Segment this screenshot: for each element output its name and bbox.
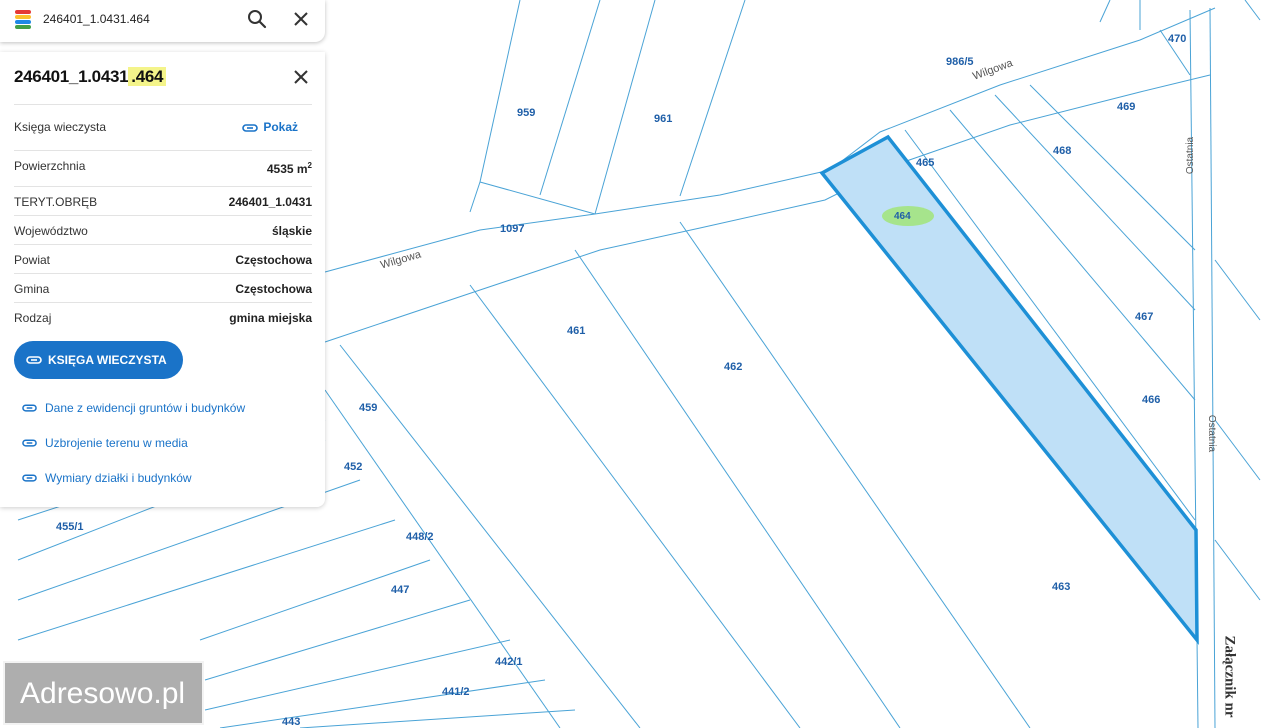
link-label: Wymiary działki i budynków — [45, 471, 192, 485]
plot-label[interactable]: 455/1 — [56, 521, 84, 533]
plot-label[interactable]: 452 — [344, 461, 362, 473]
row-value: Częstochowa — [235, 253, 312, 267]
watermark-text: Adresowo.pl — [20, 677, 186, 710]
area-value: 4535 m — [266, 162, 308, 176]
plot-label[interactable]: 1097 — [500, 223, 524, 235]
row-key: Księga wieczysta — [14, 120, 107, 134]
button-label: KSIĘGA WIECZYSTA — [48, 353, 167, 367]
row-key: Powiat — [14, 253, 51, 267]
row-key: TERYT.OBRĘB — [14, 195, 98, 209]
plot-label[interactable]: 448/2 — [406, 531, 434, 543]
plot-label[interactable]: 463 — [1052, 581, 1070, 593]
plot-label[interactable]: 447 — [391, 584, 409, 596]
plot-info-panel: 246401_1.0431.464 Księga wieczysta Pokaż… — [0, 52, 325, 507]
show-link-label: Pokaż — [263, 120, 298, 134]
ksiega-wieczysta-button[interactable]: KSIĘGA WIECZYSTA — [14, 341, 183, 379]
row-powierzchnia: Powierzchnia 4535 m2 — [14, 150, 312, 187]
plot-label[interactable]: 443 — [282, 716, 300, 728]
plot-label[interactable]: 469 — [1117, 101, 1135, 113]
plot-label[interactable]: 466 — [1142, 394, 1160, 406]
plot-label[interactable]: 959 — [517, 107, 535, 119]
attachment-label: Załącznik nr — [1221, 635, 1238, 718]
street-label: Ostatnia — [1185, 136, 1197, 175]
panel-title-main: 246401_1.0431 — [14, 67, 129, 86]
watermark: Adresowo.pl — [3, 661, 204, 725]
plot-label[interactable]: 442/1 — [495, 656, 523, 668]
row-key: Powierzchnia — [14, 159, 86, 173]
plot-label-selected[interactable]: 464 — [894, 211, 911, 222]
plot-label[interactable]: 468 — [1053, 145, 1071, 157]
link-label: Dane z ewidencji gruntów i budynków — [45, 401, 246, 415]
close-icon[interactable] — [291, 9, 311, 29]
row-key: Rodzaj — [14, 311, 52, 325]
row-key: Gmina — [14, 282, 50, 296]
row-key: Województwo — [14, 224, 88, 238]
row-value: śląskie — [271, 224, 312, 238]
street-label: Ostatnia — [1206, 414, 1218, 453]
plot-label[interactable]: 465 — [916, 157, 934, 169]
row-value: gmina miejska — [229, 311, 312, 325]
selected-plot-polygon[interactable] — [819, 134, 1199, 646]
link-icon — [22, 439, 37, 447]
plot-label[interactable]: 462 — [724, 361, 742, 373]
row-powiat: Powiat Częstochowa — [14, 244, 312, 274]
search-icon[interactable] — [246, 8, 268, 30]
link-icon — [26, 356, 42, 364]
row-value: 246401_1.0431 — [228, 195, 312, 209]
plot-label[interactable]: 986/5 — [946, 56, 974, 68]
plot-label[interactable]: 461 — [567, 325, 585, 337]
area-unit-exponent: 2 — [307, 161, 312, 170]
panel-title: 246401_1.0431.464 — [14, 67, 167, 87]
plot-label[interactable]: 459 — [359, 402, 377, 414]
row-wojewodztwo: Województwo śląskie — [14, 215, 312, 245]
row-ksiega-wieczysta: Księga wieczysta Pokaż — [14, 104, 312, 151]
search-input[interactable]: 246401_1.0431.464 — [43, 12, 150, 26]
link-icon — [22, 474, 37, 482]
plot-label[interactable]: 470 — [1168, 33, 1186, 45]
panel-title-highlight: .464 — [128, 67, 167, 86]
plot-label[interactable]: 441/2 — [442, 686, 470, 698]
close-icon[interactable] — [291, 67, 311, 87]
show-link[interactable]: Pokaż — [242, 120, 298, 134]
row-gmina: Gmina Częstochowa — [14, 273, 312, 303]
row-rodzaj: Rodzaj gmina miejska — [14, 302, 312, 332]
row-value: Częstochowa — [235, 282, 312, 296]
link-icon — [22, 404, 37, 412]
row-value-area: 4535 m2 — [267, 161, 312, 176]
plot-label[interactable]: 961 — [654, 113, 672, 125]
geoportal-logo-icon — [15, 10, 31, 29]
search-bar[interactable]: 246401_1.0431.464 — [0, 0, 325, 42]
link-label: Uzbrojenie terenu w media — [45, 436, 188, 450]
row-teryt-obreb: TERYT.OBRĘB 246401_1.0431 — [14, 186, 312, 216]
link-icon — [242, 124, 259, 132]
plot-label[interactable]: 467 — [1135, 311, 1153, 323]
